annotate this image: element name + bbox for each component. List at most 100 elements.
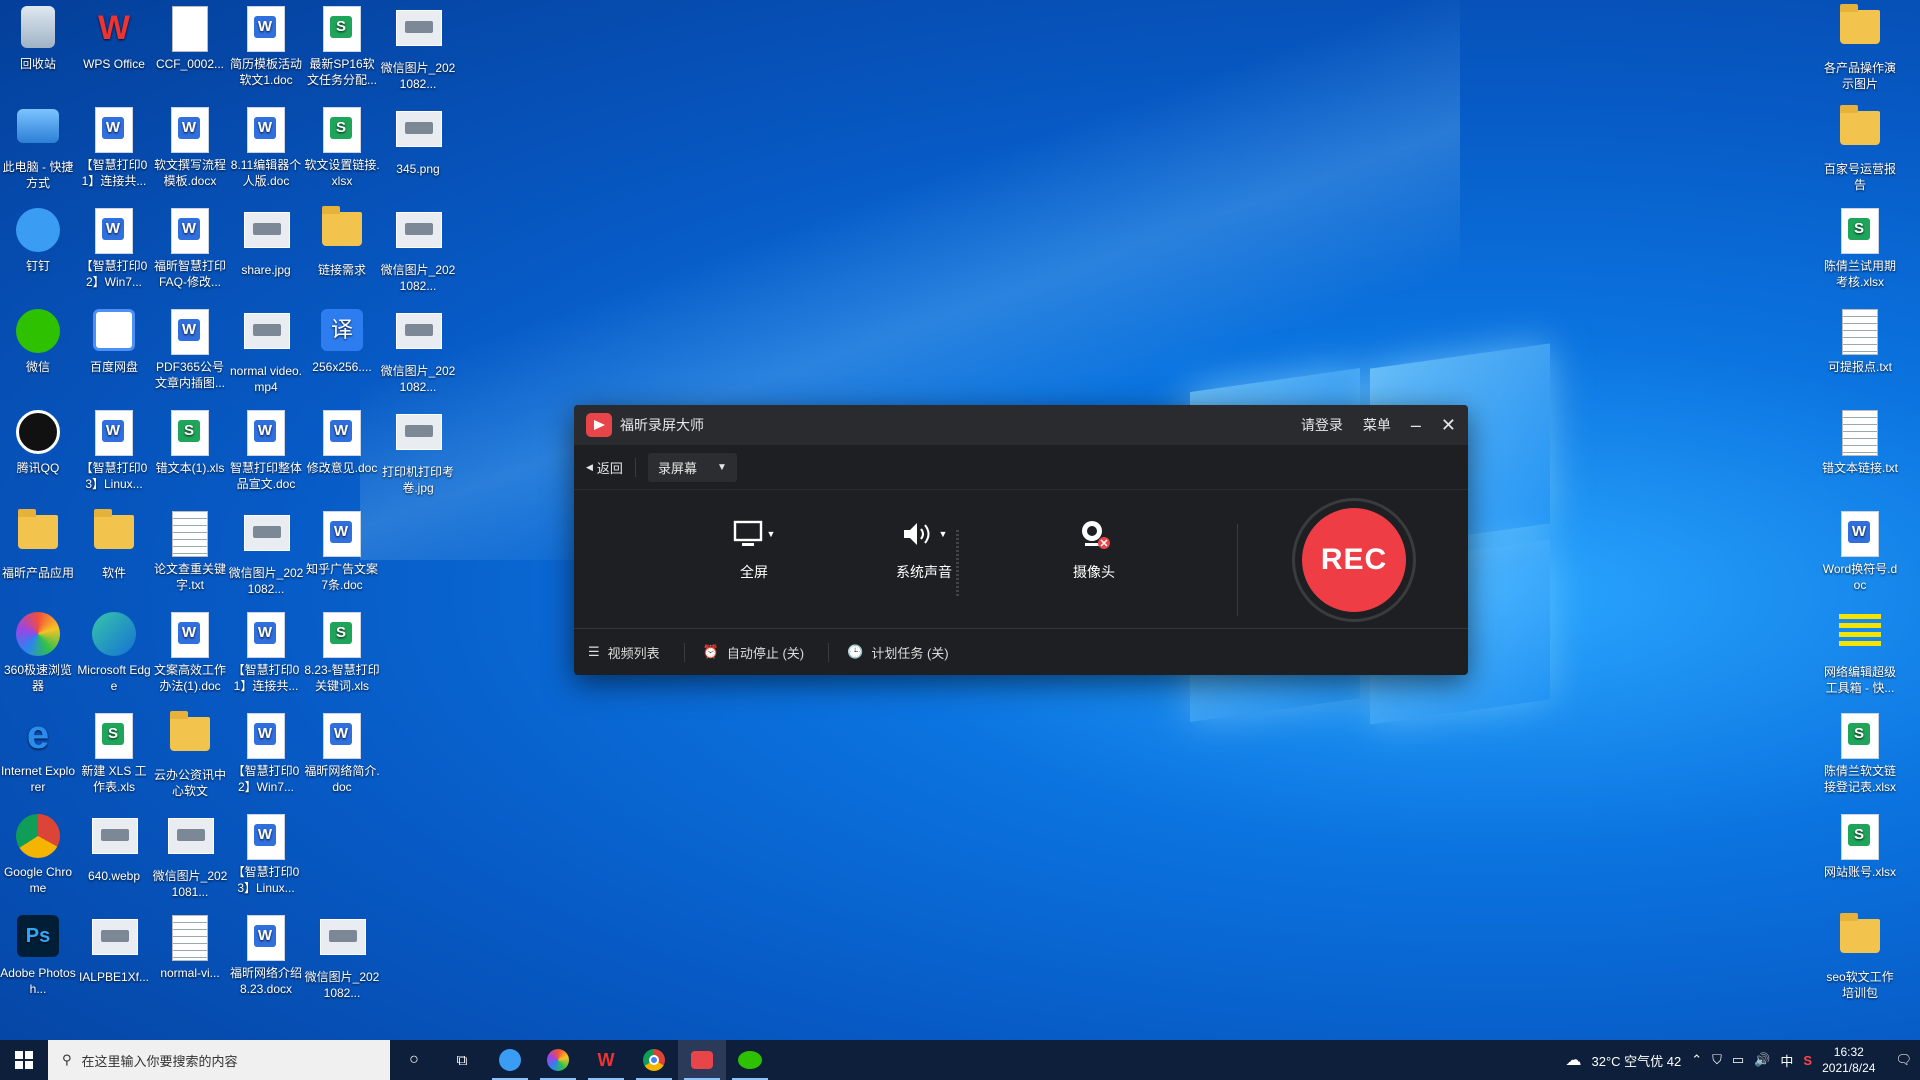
desktop-icon[interactable]: 链接需求 (304, 204, 380, 278)
desktop-icon[interactable]: 新建 XLS 工作表.xls (76, 709, 152, 795)
taskbar-360-browser[interactable] (534, 1040, 582, 1080)
desktop-icon[interactable]: share.jpg (228, 204, 304, 278)
start-button[interactable] (0, 1040, 48, 1080)
desktop-icon[interactable]: 错文本链接.txt (1822, 406, 1898, 476)
back-button[interactable]: ◀ 返回 (586, 457, 636, 477)
desktop-icon[interactable]: 网站账号.xlsx (1822, 810, 1898, 880)
desktop-icon[interactable]: 智慧打印整体品宣文.doc (228, 406, 304, 492)
recorder-titlebar[interactable]: 福昕录屏大师 请登录 菜单 – ✕ (574, 405, 1468, 445)
desktop-icon[interactable]: Microsoft Edge (76, 608, 152, 694)
desktop-icon[interactable]: normal-vi... (152, 911, 228, 981)
desktop-icon[interactable]: 译 256x256.... (304, 305, 380, 375)
desktop-icon[interactable]: 8.11编辑器个人版.doc (228, 103, 304, 189)
taskbar-chrome[interactable] (630, 1040, 678, 1080)
desktop-icon[interactable]: Google Chrome (0, 810, 76, 896)
desktop-icon[interactable]: 【智慧打印02】Win7... (228, 709, 304, 795)
desktop-icon[interactable]: 各产品操作演示图片 (1822, 2, 1898, 92)
rec-button[interactable]: REC (1302, 508, 1406, 612)
desktop-icon[interactable]: 640.webp (76, 810, 152, 884)
desktop-icon-label: CCF_0002... (155, 57, 225, 71)
desktop-icon[interactable]: 微信图片_2021081... (152, 810, 228, 900)
desktop-icon[interactable]: 修改意见.doc (304, 406, 380, 476)
desktop-icon[interactable]: 福昕网络简介.doc (304, 709, 380, 795)
task-view-button[interactable]: ⧉ (438, 1040, 486, 1080)
desktop-icon[interactable]: 【智慧打印03】Linux... (228, 810, 304, 896)
desktop-icon[interactable]: 软文设置链接.xlsx (304, 103, 380, 189)
desktop-icon[interactable]: 百度网盘 (76, 305, 152, 375)
desktop-icon[interactable]: 知乎广告文案7条.doc (304, 507, 380, 593)
camera-control[interactable]: 摄像头 (1044, 514, 1144, 582)
desktop-icon[interactable]: 钉钉 (0, 204, 76, 274)
ime-indicator[interactable]: 中 (1780, 1051, 1793, 1070)
system-audio-control[interactable]: ▼ 系统声音 (864, 514, 984, 582)
desktop-icon[interactable]: 可提报点.txt (1822, 305, 1898, 375)
taskbar: ⚲ 在这里输入你要搜索的内容 ○ ⧉ W ☁ 32°C 空气优 42 ⌃ ⛉ ▭… (0, 1040, 1920, 1080)
taskbar-recorder[interactable] (678, 1040, 726, 1080)
volume-icon[interactable]: 🔊 (1754, 1052, 1770, 1068)
desktop-icon[interactable]: 最新SP16软文任务分配... (304, 2, 380, 88)
cortana-button[interactable]: ○ (390, 1040, 438, 1080)
weather-text[interactable]: 32°C 空气优 42 (1592, 1051, 1682, 1070)
desktop-icon[interactable]: CCF_0002... (152, 2, 228, 72)
desktop-icon[interactable]: 8.23-智慧打印关键词.xls (304, 608, 380, 694)
desktop-icon[interactable]: 微信图片_2021082... (380, 204, 456, 294)
desktop-icon[interactable]: 微信 (0, 305, 76, 375)
desktop-icon[interactable]: 文案高效工作办法(1).doc (152, 608, 228, 694)
desktop-icon[interactable]: 微信图片_2021082... (228, 507, 304, 597)
chevron-up-icon[interactable]: ⌃ (1691, 1052, 1702, 1068)
desktop-icon[interactable]: normal video.mp4 (228, 305, 304, 395)
desktop-icon[interactable]: 此电脑 - 快捷方式 (0, 103, 76, 191)
desktop-icon[interactable]: 软文撰写流程模板.docx (152, 103, 228, 189)
mode-select[interactable]: 录屏幕 ▼ (647, 452, 737, 482)
desktop-icon[interactable]: 福昕产品应用 (0, 507, 76, 581)
shield-icon[interactable]: ⛉ (1712, 1052, 1722, 1068)
desktop-icon[interactable]: 网络编辑超级工具箱 - 快... (1822, 608, 1898, 696)
desktop-icon[interactable]: 【智慧打印01】连接共... (228, 608, 304, 694)
desktop-icon[interactable]: 简历模板活动软文1.doc (228, 2, 304, 88)
desktop-icon[interactable]: 微信图片_2021082... (304, 911, 380, 1001)
desktop-icon[interactable]: 错文本(1).xls (152, 406, 228, 476)
network-icon[interactable]: ▭ (1732, 1052, 1744, 1068)
desktop-icon[interactable]: 论文查重关键字.txt (152, 507, 228, 593)
sogou-icon[interactable]: S (1803, 1053, 1812, 1068)
taskbar-wps[interactable]: W (582, 1040, 630, 1080)
desktop-icon[interactable]: 【智慧打印02】Win7... (76, 204, 152, 290)
desktop-icon[interactable]: 微信图片_2021082... (380, 2, 456, 92)
desktop-icon[interactable]: e Internet Explorer (0, 709, 76, 795)
taskbar-search[interactable]: ⚲ 在这里输入你要搜索的内容 (48, 1040, 390, 1080)
desktop-icon[interactable]: 打印机打印考卷.jpg (380, 406, 456, 496)
desktop-icon[interactable]: W WPS Office (76, 2, 152, 72)
clock[interactable]: 16:32 2021/8/24 (1822, 1044, 1875, 1076)
schedule-button[interactable]: 🕒 计划任务 (关) (847, 643, 972, 662)
desktop-icon[interactable]: PDF365公号文章内插图... (152, 305, 228, 391)
desktop-icon[interactable]: 微信图片_2021082... (380, 305, 456, 395)
desktop-icon[interactable]: 百家号运营报告 (1822, 103, 1898, 193)
close-icon[interactable]: ✕ (1441, 416, 1456, 434)
desktop-icon[interactable]: Ps Adobe Photosh... (0, 911, 76, 997)
desktop-icon[interactable]: 软件 (76, 507, 152, 581)
desktop-icon[interactable]: 腾讯QQ (0, 406, 76, 476)
desktop-icon[interactable]: 陈倩兰试用期考核.xlsx (1822, 204, 1898, 290)
fullscreen-control[interactable]: ▼ 全屏 (704, 514, 804, 582)
login-link[interactable]: 请登录 (1301, 415, 1343, 435)
notification-icon[interactable]: 🗨 (1895, 1052, 1912, 1068)
taskbar-wechat[interactable] (726, 1040, 774, 1080)
desktop-icon[interactable]: 陈倩兰软文链接登记表.xlsx (1822, 709, 1898, 795)
desktop-icon[interactable]: 【智慧打印03】Linux... (76, 406, 152, 492)
taskbar-dingding[interactable] (486, 1040, 534, 1080)
desktop-icon[interactable]: seo软文工作培训包 (1822, 911, 1898, 1001)
desktop-icon[interactable]: 345.png (380, 103, 456, 177)
desktop-icon[interactable]: 福昕网络介绍8.23.docx (228, 911, 304, 997)
menu-button[interactable]: 菜单 (1363, 415, 1391, 435)
desktop-icon-label: 陈倩兰试用期考核.xlsx (1823, 259, 1896, 289)
desktop-icon[interactable]: IALPBE1Xf... (76, 911, 152, 985)
desktop-icon[interactable]: 云办公资讯中心软文 (152, 709, 228, 799)
desktop-icon[interactable]: Word换符号.doc (1822, 507, 1898, 593)
desktop-icon[interactable]: 回收站 (0, 2, 76, 72)
desktop-icon[interactable]: 福昕智慧打印FAQ-修改... (152, 204, 228, 290)
desktop-icon[interactable]: 【智慧打印01】连接共... (76, 103, 152, 189)
video-list-button[interactable]: ☰ 视频列表 (588, 642, 685, 662)
minimize-icon[interactable]: – (1411, 416, 1421, 434)
desktop-icon[interactable]: 360极速浏览器 (0, 608, 76, 694)
auto-stop-button[interactable]: ⏰ 自动停止 (关) (703, 642, 830, 662)
